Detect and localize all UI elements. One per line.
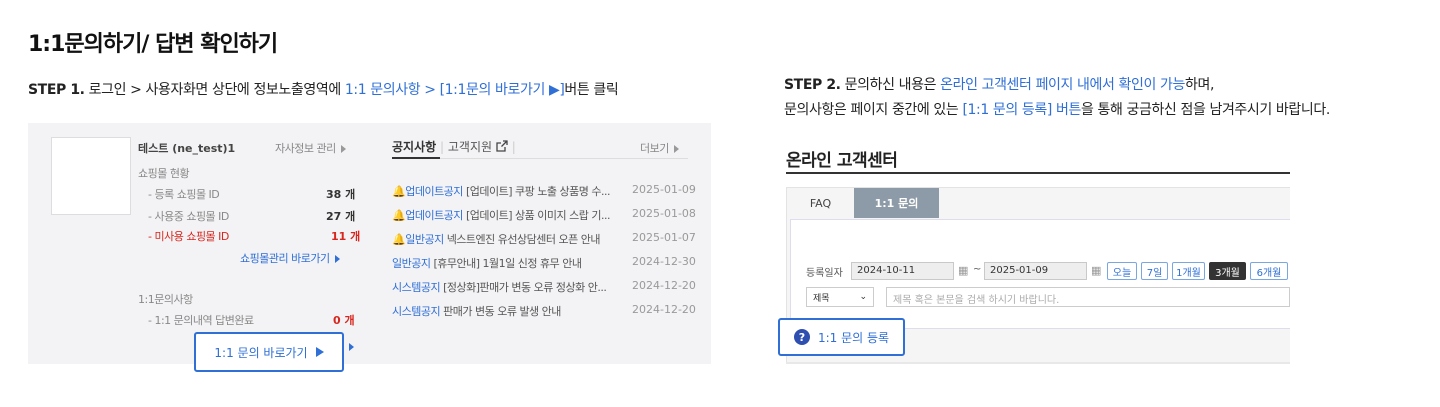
unused-value: 11 개 [331,230,361,243]
chevron-right-icon [673,145,679,153]
company-info-link[interactable]: 자사정보 관리 [275,140,346,156]
inquiry-shortcut-label: 1:1 문의 바로가기 [214,345,308,360]
tab-notice[interactable]: 공지사항 [392,140,436,154]
profile-thumbnail [51,137,131,215]
notice-date: 2024-12-20 [632,303,696,316]
page-title: 1:1문의하기/ 답변 확인하기 [28,32,278,57]
notice-title: [업데이트] 쿠팡 노출 상품명 수... [465,185,611,198]
tab-divider: | [440,140,445,154]
period-button[interactable]: 1개월 [1172,262,1205,280]
notice-category: 업데이트공지 [405,209,463,222]
calendar-icon[interactable]: ▦ [958,264,968,277]
registered-value: 38 개 [326,188,356,201]
notice-row[interactable]: 🔔일반공지 넥스트엔진 유선상담센터 오픈 안내 [392,231,600,247]
support-center-title: 온라인 고객센터 [786,151,898,171]
notice-category: 시스템공지 [392,305,441,318]
play-icon [315,347,324,357]
bell-icon: 🔔 [392,185,406,198]
notice-date: 2025-01-09 [632,183,696,196]
notice-row[interactable]: 일반공지 [휴무안내] 1월1일 신정 휴무 안내 [392,255,582,271]
more-link[interactable]: 더보기 [640,140,679,156]
date-to-input[interactable]: 2025-01-09 [984,262,1087,280]
question-icon: ? [793,329,810,345]
bell-icon: 🔔 [392,233,406,246]
registered-label: - 등록 쇼핑몰 ID [148,188,220,201]
notice-title: [휴무안내] 1월1일 신정 휴무 안내 [433,257,582,270]
notice-title: 넥스트엔진 유선상담센터 오픈 안내 [446,233,601,246]
panel-bottom-edge [786,362,1290,364]
notice-tabs: 공지사항 | 고객지원 | [392,138,516,155]
step1-text: 로그인 > 사용자화면 상단에 정보노출영역에 [84,82,345,98]
step2-text: 문의하신 내용은 [840,77,941,93]
date-label: 등록일자 [806,268,843,279]
inquiry-register-label: 1:1 문의 등록 [817,330,890,345]
more-label: 더보기 [640,142,669,155]
step1-text-end: 버튼 클릭 [564,82,619,98]
notice-category: 업데이트공지 [405,185,463,198]
inquiry-label: - 1:1 문의내역 답변완료 [148,314,254,327]
bell-icon: 🔔 [392,209,406,222]
notice-category: 일반공지 [392,257,431,270]
notice-category: 시스템공지 [392,281,441,294]
inquiry-shortcut-button[interactable]: 1:1 문의 바로가기 [194,332,344,372]
mall-shortcut-label: 쇼핑몰관리 바로가기 [240,252,330,265]
notice-title: [정상화]판매가 변동 오류 정상화 안... [443,281,607,294]
inquiry-heading: 1:1문의사항 [138,293,193,306]
user-name: 테스트 (ne_test)1 [138,142,236,155]
step1-instruction: STEP 1. 로그인 > 사용자화면 상단에 정보노출영역에 1:1 문의사항… [28,79,619,99]
tab-support[interactable]: 고객지원 [448,140,492,154]
notice-row[interactable]: 🔔업데이트공지 [업데이트] 상품 이미지 스랍 기... [392,207,610,223]
notice-row[interactable]: 시스템공지 [정상화]판매가 변동 오류 정상화 안... [392,279,607,295]
notice-date: 2024-12-20 [632,279,696,292]
step2-label: STEP 2. [784,77,841,93]
tab-active-bar [392,157,440,159]
mall-shortcut-link[interactable]: 쇼핑몰관리 바로가기 [240,250,340,266]
company-info-label: 자사정보 관리 [275,142,336,155]
period-button[interactable]: 3개월 [1209,262,1246,280]
tab-divider: | [511,140,516,154]
notice-row[interactable]: 🔔업데이트공지 [업데이트] 쿠팡 노출 상품명 수... [392,183,610,199]
notice-date: 2025-01-08 [632,207,696,220]
step2-text-b: 하며, [1185,77,1215,93]
step1-highlight: 1:1 문의사항 > [1:1문의 바로가기 ▶] [344,82,565,98]
step2-highlight-a: 온라인 고객센터 페이지 내에서 확인이 가능 [940,77,1185,93]
notice-title: [업데이트] 상품 이미지 스랍 기... [465,209,611,222]
notice-title: 판매가 변동 오류 발생 안내 [443,305,561,318]
inquiry-value: 0 개 [333,314,355,327]
chevron-right-icon [349,336,354,355]
step2-highlight-b: [1:1 문의 등록] 버튼 [962,102,1081,118]
mall-status-heading: 쇼핑몰 현황 [138,167,190,180]
chevron-right-icon [334,255,340,263]
active-value: 27 개 [326,210,356,223]
notice-row[interactable]: 시스템공지 판매가 변동 오류 발생 안내 [392,303,561,319]
date-tilde: ~ [973,264,982,275]
inquiry-register-button[interactable]: ? 1:1 문의 등록 [778,318,905,356]
notice-category: 일반공지 [405,233,444,246]
unused-label: - 미사용 쇼핑몰 ID [148,230,229,243]
notice-date: 2025-01-07 [632,231,696,244]
select-value: 제목 [813,293,830,304]
calendar-icon[interactable]: ▦ [1091,264,1101,277]
period-button[interactable]: 6개월 [1250,262,1288,280]
tab-faq[interactable]: FAQ [787,188,854,218]
date-from-input[interactable]: 2024-10-11 [851,262,954,280]
notice-date: 2024-12-30 [632,255,696,268]
period-button[interactable]: 오늘 [1107,262,1137,280]
step2-instruction-line2: 문의사항은 페이지 중간에 있는 [1:1 문의 등록] 버튼을 통해 궁금하신… [784,99,1330,119]
chevron-down-icon: ⌄ [859,292,867,302]
step1-label: STEP 1. [28,82,85,98]
title-underline [786,172,1290,174]
step2-line2-b: 을 통해 궁금하신 점을 남겨주시기 바랍니다. [1080,102,1330,118]
tab-inquiry[interactable]: 1:1 문의 [854,188,939,218]
active-label: - 사용중 쇼핑몰 ID [148,210,229,223]
period-button[interactable]: 7일 [1141,262,1168,280]
step2-instruction-line1: STEP 2. 문의하신 내용은 온라인 고객센터 페이지 내에서 확인이 가능… [784,74,1214,94]
chevron-right-icon [340,145,346,153]
search-type-select[interactable]: 제목 ⌄ [806,287,874,307]
step2-line2-a: 문의사항은 페이지 중간에 있는 [784,102,963,118]
external-link-icon[interactable] [496,140,508,152]
search-input[interactable]: 제목 혹은 본문을 검색 하시기 바랍니다. [886,287,1290,307]
